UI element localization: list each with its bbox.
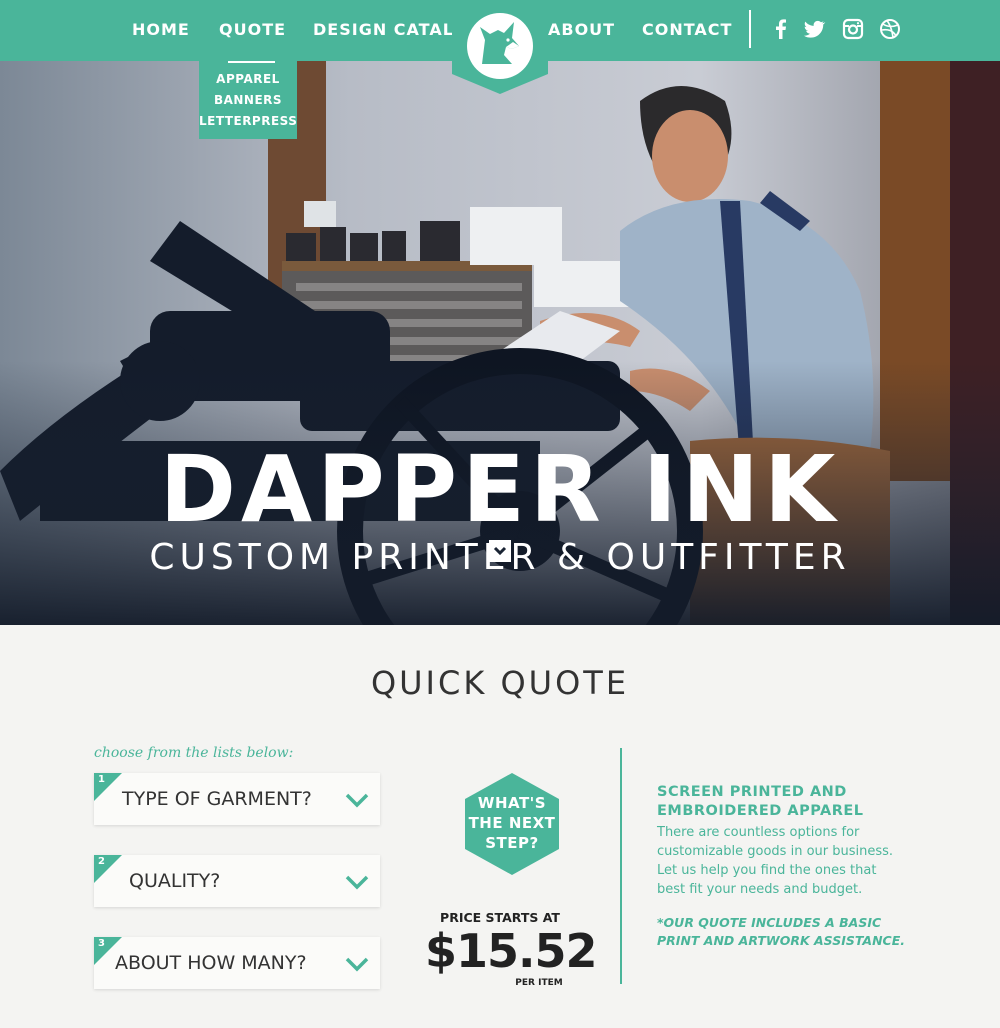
- section-divider: [620, 748, 622, 984]
- step-number: 3: [98, 938, 105, 949]
- price-label: PRICE STARTS AT: [440, 910, 560, 925]
- quality-select[interactable]: 2 QUALITY?: [94, 855, 380, 907]
- nav-divider: [749, 10, 751, 48]
- step-number: 1: [98, 774, 105, 785]
- hero-title: DAPPER INK: [159, 436, 841, 543]
- per-item-label: PER ITEM: [515, 978, 563, 988]
- next-step-badge[interactable]: WHAT'S THE NEXT STEP?: [459, 771, 565, 877]
- nav-home[interactable]: HOME: [132, 20, 190, 39]
- garment-type-select[interactable]: 1 TYPE OF GARMENT?: [94, 773, 380, 825]
- info-note: *OUR QUOTE INCLUDES A BASIC PRINT AND AR…: [657, 915, 906, 948]
- next-step-text: WHAT'S THE NEXT STEP?: [468, 794, 556, 852]
- quote-dropdown: APPAREL BANNERS LETTERPRESS: [199, 61, 297, 139]
- dribbble-icon[interactable]: [878, 17, 902, 41]
- select-label: TYPE OF GARMENT?: [122, 788, 312, 810]
- dropdown-item-apparel[interactable]: APPAREL: [199, 72, 297, 86]
- twitter-icon[interactable]: [802, 17, 826, 41]
- select-label: ABOUT HOW MANY?: [115, 952, 307, 974]
- fox-logo[interactable]: [452, 0, 548, 94]
- quick-quote-title: QUICK QUOTE: [370, 664, 630, 702]
- facebook-icon[interactable]: [769, 17, 793, 41]
- quantity-select[interactable]: 3 ABOUT HOW MANY?: [94, 937, 380, 989]
- instruction-text: choose from the lists below:: [94, 745, 294, 761]
- chevron-down-icon: [345, 793, 369, 808]
- chevron-down-icon: [345, 957, 369, 972]
- nav-quote[interactable]: QUOTE: [219, 20, 286, 39]
- dropdown-indicator: [228, 61, 275, 63]
- step-number: 2: [98, 856, 105, 867]
- hero-banner: DAPPER INK CUSTOM PRINTER & OUTFITTER: [0, 61, 1000, 625]
- price-value: $15.52: [425, 924, 598, 978]
- info-heading: SCREEN PRINTED AND EMBROIDERED APPAREL: [657, 784, 864, 819]
- dropdown-item-banners[interactable]: BANNERS: [199, 93, 297, 107]
- scroll-down-button[interactable]: [489, 540, 511, 562]
- chevron-down-icon: [493, 546, 507, 556]
- info-body: There are countless options for customiz…: [657, 825, 894, 897]
- instagram-icon[interactable]: [841, 17, 865, 41]
- select-label: QUALITY?: [129, 870, 221, 892]
- chevron-down-icon: [345, 875, 369, 890]
- nav-about[interactable]: ABOUT: [548, 20, 615, 39]
- nav-contact[interactable]: CONTACT: [642, 20, 732, 39]
- dropdown-item-letterpress[interactable]: LETTERPRESS: [199, 114, 297, 128]
